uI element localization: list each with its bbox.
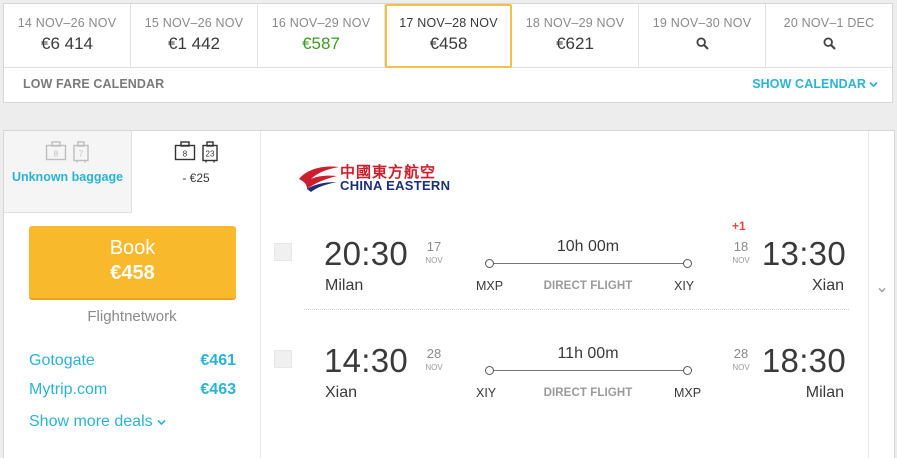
departure-time: 14:30 [324, 342, 409, 379]
arrival-month: NOV [732, 256, 750, 265]
deal-row[interactable]: Mytrip.com €463 [29, 381, 236, 403]
arrival-day: 28 [733, 346, 749, 361]
search-icon[interactable] [696, 37, 709, 50]
date-options-row: 14 NOV–26 NOV €6 414 15 NOV–26 NOV €1 44… [4, 4, 892, 68]
origin-dot [485, 366, 494, 375]
date-price: €458 [429, 34, 468, 53]
baggage-option-paid[interactable]: 8 23 - €25 [132, 131, 260, 213]
date-option[interactable]: 16 NOV–29 NOV €587 [258, 4, 385, 68]
china-eastern-swallow-icon [299, 166, 339, 192]
show-more-deals-link[interactable]: Show more deals [29, 413, 166, 431]
flight-duration: 10h 00m [556, 238, 620, 255]
book-button-price: €458 [110, 262, 155, 284]
route-line [488, 370, 686, 371]
deal-price: €461 [200, 352, 236, 369]
leg-checkbox[interactable] [274, 243, 292, 261]
checked-bag-icon: 23 [201, 141, 218, 163]
flight-result-card: 8 7 Unknown baggage 8 23 - €25 Book €458… [3, 130, 895, 458]
leg-checkbox[interactable] [274, 350, 292, 368]
date-option[interactable]: 18 NOV–29 NOV €621 [512, 4, 639, 68]
deal-provider-link[interactable]: Gotogate [29, 352, 95, 369]
deal-price: €463 [200, 381, 236, 398]
chevron-down-icon [869, 81, 878, 88]
date-option[interactable]: 15 NOV–26 NOV €1 442 [131, 4, 258, 68]
outbound-leg: 20:30 17 NOV Milan 10h 00m MXP DIRECT FL… [266, 219, 846, 323]
date-range: 18 NOV–29 NOV [525, 16, 625, 30]
deal-row[interactable]: Gotogate €461 [29, 352, 236, 374]
origin-dot [485, 259, 494, 268]
departure-month: NOV [425, 363, 443, 372]
date-option[interactable]: 19 NOV–30 NOV [639, 4, 766, 68]
destination-dot [683, 366, 692, 375]
return-leg: 14:30 28 NOV Xian 11h 00m XIY DIRECT FLI… [266, 330, 846, 430]
airline-logo: 中國東方航空 CHINA EASTERN [297, 161, 457, 195]
arrival-day: 18 [733, 239, 749, 254]
arrival-time: 18:30 [761, 342, 846, 379]
baggage-icons: 8 7 [4, 141, 131, 163]
date-price: €1 442 [168, 34, 220, 53]
cabin-bag-weight: 8 [182, 150, 187, 159]
checked-bag-icon: 7 [73, 141, 89, 163]
show-calendar-button[interactable]: SHOW CALENDAR [752, 77, 878, 91]
baggage-option-unknown[interactable]: 8 7 Unknown baggage [4, 131, 132, 213]
cabin-bag-weight: 8 [54, 150, 59, 159]
flight-duration: 11h 00m [557, 345, 619, 362]
date-option-selected[interactable]: 17 NOV–28 NOV €458 [385, 4, 512, 68]
day-offset-badge: +1 [732, 219, 746, 233]
date-price: €621 [556, 34, 594, 53]
baggage-unknown-label: Unknown baggage [11, 170, 124, 184]
show-calendar-label: SHOW CALENDAR [752, 77, 866, 91]
checked-bag-weight: 23 [205, 150, 214, 159]
leg-divider [304, 309, 849, 310]
destination-dot [683, 259, 692, 268]
date-price-cheapest: €587 [302, 34, 340, 53]
date-range: 14 NOV–26 NOV [17, 16, 117, 30]
departure-time: 20:30 [324, 235, 409, 272]
show-more-deals-label: Show more deals [29, 413, 153, 430]
arrival-city: Xian [811, 277, 844, 294]
baggage-paid-price: - €25 [182, 171, 210, 185]
date-range: 19 NOV–30 NOV [652, 16, 752, 30]
date-price: €6 414 [41, 34, 93, 53]
route-line [488, 263, 686, 264]
date-range: 17 NOV–28 NOV [399, 16, 498, 30]
departure-city: Xian [325, 384, 358, 401]
arrival-time: 13:30 [761, 235, 846, 272]
expand-details-column[interactable] [868, 131, 894, 458]
chevron-down-icon [157, 419, 166, 426]
date-price-strip: 14 NOV–26 NOV €6 414 15 NOV–26 NOV €1 44… [3, 3, 893, 103]
arrival-city: Milan [805, 384, 844, 401]
search-icon[interactable] [823, 37, 836, 50]
flight-type: DIRECT FLIGHT [543, 387, 633, 399]
book-button-label: Book [109, 237, 156, 259]
date-range: 20 NOV–1 DEC [783, 16, 875, 30]
date-range: 16 NOV–29 NOV [271, 16, 371, 30]
booking-provider: Flightnetwork [87, 308, 177, 325]
book-button[interactable]: Book €458 [29, 226, 236, 300]
date-option[interactable]: 14 NOV–26 NOV €6 414 [4, 4, 131, 68]
booking-column: 8 7 Unknown baggage 8 23 - €25 Book €458… [4, 131, 261, 458]
airline-name: CHINA EASTERN [340, 178, 451, 193]
flight-type: DIRECT FLIGHT [543, 280, 633, 292]
departure-city: Milan [325, 277, 364, 294]
baggage-icons: 8 23 [132, 141, 260, 163]
deal-provider-link[interactable]: Mytrip.com [29, 381, 107, 398]
low-fare-calendar-label: LOW FARE CALENDAR [23, 77, 165, 91]
departure-day: 28 [426, 346, 442, 361]
arrival-airport-code: MXP [674, 386, 702, 400]
date-option[interactable]: 20 NOV–1 DEC [766, 4, 892, 68]
chevron-down-icon[interactable] [877, 285, 887, 295]
date-range: 15 NOV–26 NOV [144, 16, 244, 30]
cabin-bag-icon: 8 [174, 141, 195, 161]
departure-month: NOV [425, 256, 443, 265]
checked-bag-weight: 7 [79, 150, 84, 159]
departure-day: 17 [426, 239, 442, 254]
arrival-airport-code: XIY [674, 279, 695, 293]
arrival-month: NOV [732, 363, 750, 372]
cabin-bag-icon: 8 [45, 141, 67, 161]
